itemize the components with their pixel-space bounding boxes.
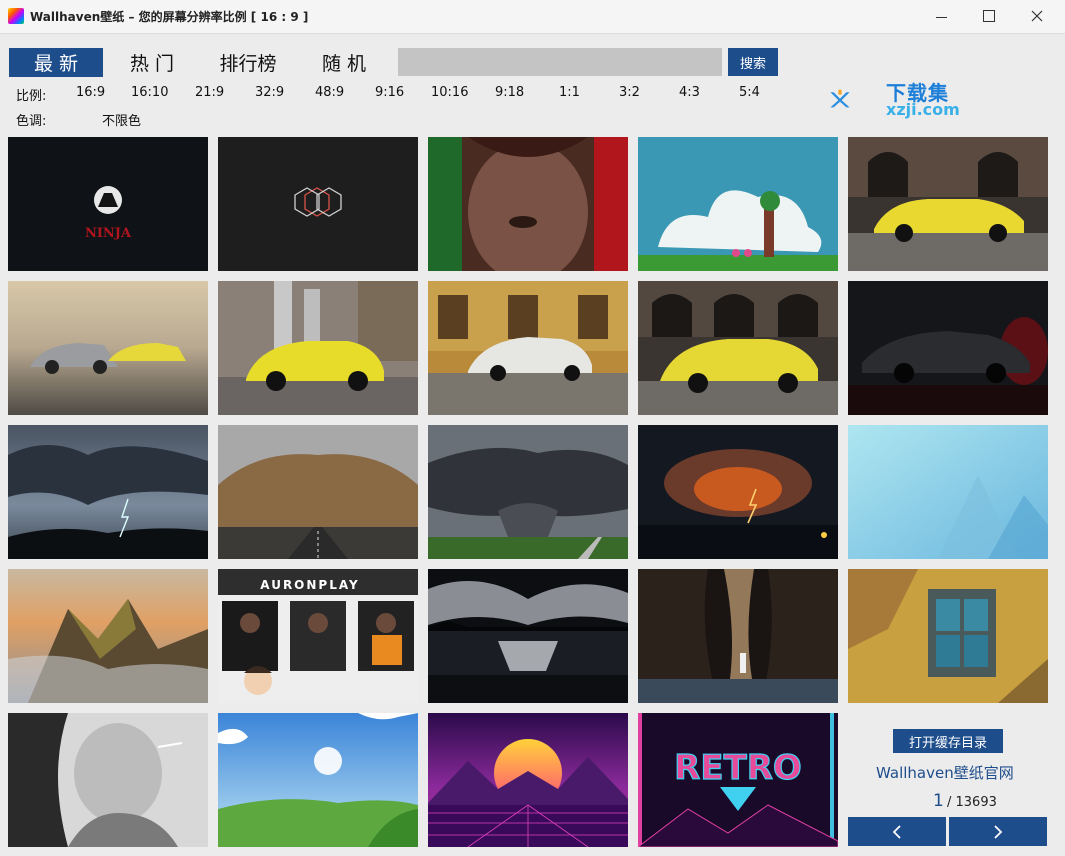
close-button[interactable] bbox=[1014, 0, 1060, 32]
wallpaper-thumbnail[interactable] bbox=[428, 713, 628, 847]
minimize-icon bbox=[935, 16, 947, 18]
wallpaper-thumbnail[interactable]: AURONPLAY bbox=[218, 569, 418, 703]
ratio-option[interactable]: 9:18 bbox=[495, 85, 524, 100]
wallpaper-thumbnail[interactable] bbox=[848, 137, 1048, 271]
close-icon bbox=[1031, 10, 1043, 22]
auronplay-text: AURONPLAY bbox=[260, 578, 359, 592]
ratio-option[interactable]: 32:9 bbox=[255, 85, 284, 100]
wallpaper-thumbnail[interactable] bbox=[428, 425, 628, 559]
chevron-left-icon bbox=[892, 824, 901, 839]
wallpaper-thumbnail[interactable] bbox=[8, 713, 208, 847]
ratio-option[interactable]: 1:1 bbox=[559, 85, 580, 100]
ratio-option[interactable]: 4:3 bbox=[679, 85, 700, 100]
ratio-option[interactable]: 10:16 bbox=[431, 85, 468, 100]
chevron-right-icon bbox=[994, 824, 1003, 839]
wallpaper-thumbnail[interactable] bbox=[848, 281, 1048, 415]
wallpaper-thumbnail[interactable] bbox=[848, 425, 1048, 559]
tab-latest[interactable]: 最 新 bbox=[9, 48, 103, 77]
ratio-label: 比例: bbox=[16, 89, 47, 104]
search-input[interactable] bbox=[398, 48, 722, 76]
window-title: Wallhaven壁纸 – 您的屏幕分辨率比例 [ 16 : 9 ] bbox=[30, 10, 309, 24]
color-option[interactable]: 不限色 bbox=[102, 110, 141, 129]
wallpaper-thumbnail[interactable]: NINJA bbox=[8, 137, 208, 271]
wallpaper-thumbnail[interactable] bbox=[218, 137, 418, 271]
watermark-logo-icon bbox=[830, 89, 850, 108]
title-bar: Wallhaven壁纸 – 您的屏幕分辨率比例 [ 16 : 9 ] bbox=[0, 0, 1065, 34]
minimize-button[interactable] bbox=[918, 0, 964, 32]
tab-toplist[interactable]: 排行榜 bbox=[208, 48, 288, 77]
ratio-option[interactable]: 5:4 bbox=[739, 85, 760, 100]
wallpaper-thumbnail[interactable] bbox=[638, 281, 838, 415]
retro-text: RETRO bbox=[674, 748, 802, 788]
open-cache-folder-button[interactable]: 打开缓存目录 bbox=[893, 729, 1003, 753]
search-button[interactable]: 搜索 bbox=[728, 48, 778, 76]
ratio-option[interactable]: 21:9 bbox=[195, 85, 224, 100]
prev-page-button[interactable] bbox=[848, 817, 946, 846]
maximize-icon bbox=[983, 10, 995, 22]
official-site-link[interactable]: Wallhaven壁纸官网 bbox=[876, 762, 1014, 783]
ratio-option[interactable]: 48:9 bbox=[315, 85, 344, 100]
wallpaper-thumbnail[interactable] bbox=[428, 569, 628, 703]
wallpaper-thumbnail[interactable] bbox=[218, 425, 418, 559]
total-pages: / 13693 bbox=[947, 795, 997, 810]
app-icon bbox=[8, 8, 24, 24]
wallpaper-thumbnail[interactable] bbox=[8, 569, 208, 703]
ratio-option[interactable]: 16:9 bbox=[76, 85, 105, 100]
wallpaper-thumbnail[interactable]: RETRO bbox=[638, 713, 838, 847]
wallpaper-thumbnail[interactable] bbox=[848, 569, 1048, 703]
ratio-option[interactable]: 9:16 bbox=[375, 85, 404, 100]
watermark-en: xzji.com bbox=[886, 100, 960, 119]
wallpaper-thumbnail[interactable] bbox=[218, 713, 418, 847]
ratio-option[interactable]: 16:10 bbox=[131, 85, 168, 100]
tab-hot[interactable]: 热 门 bbox=[114, 48, 190, 77]
wallpaper-thumbnail[interactable] bbox=[218, 281, 418, 415]
color-label: 色调: bbox=[16, 114, 47, 129]
wallpaper-thumbnail[interactable] bbox=[428, 281, 628, 415]
ninja-text: NINJA bbox=[85, 226, 132, 241]
wallpaper-thumbnail[interactable] bbox=[638, 137, 838, 271]
next-page-button[interactable] bbox=[949, 817, 1047, 846]
maximize-button[interactable] bbox=[966, 0, 1012, 32]
wallpaper-thumbnail[interactable] bbox=[638, 425, 838, 559]
current-page: 1 bbox=[933, 791, 944, 811]
wallpaper-thumbnail[interactable] bbox=[638, 569, 838, 703]
wallpaper-thumbnail[interactable] bbox=[8, 425, 208, 559]
wallpaper-thumbnail[interactable] bbox=[8, 281, 208, 415]
ratio-option[interactable]: 3:2 bbox=[619, 85, 640, 100]
wallpaper-thumbnail[interactable] bbox=[428, 137, 628, 271]
tab-random[interactable]: 随 机 bbox=[306, 48, 382, 77]
